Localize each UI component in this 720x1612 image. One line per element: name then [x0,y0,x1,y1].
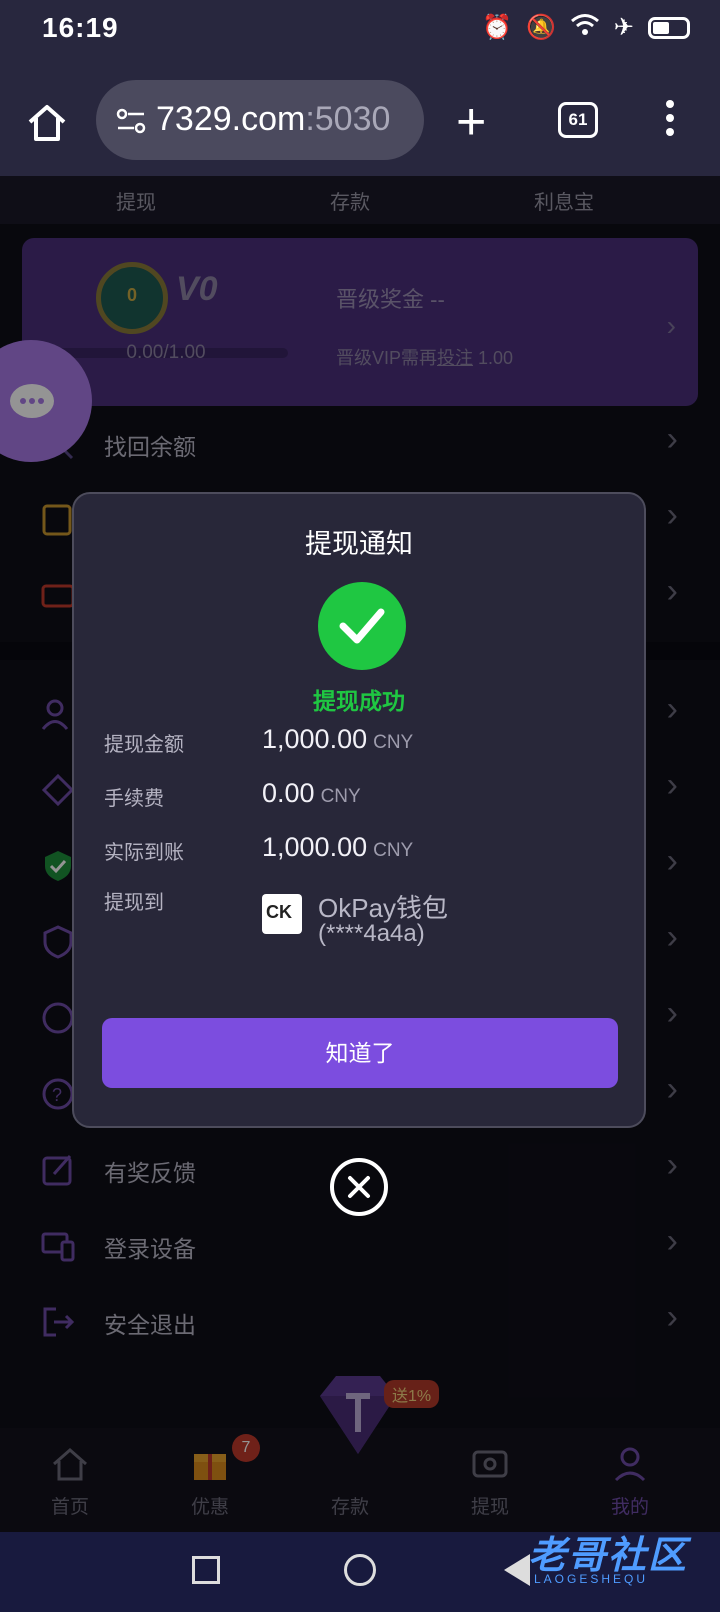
okpay-logo-icon: CK [262,894,302,934]
browser-toolbar: 7329.com:5030 + 61 [0,56,720,176]
destination-account: (****4a4a) [318,920,425,947]
watermark-text: 老哥社区 [528,1535,689,1577]
home-button[interactable] [22,98,72,148]
wifi-icon [570,12,600,43]
status-bar: 16:19 ⏰ 🔕 ✈ [0,0,720,56]
fee-value: 0.00 [262,778,315,808]
url-text: 7329.com:5030 [156,100,390,139]
status-time: 16:19 [42,12,119,43]
withdraw-notification-dialog: 提现通知 提现成功 提现金额 1,000.00 CNY 手续费 0.00 CNY 实… [72,492,646,1128]
alarm-icon: ⏰ [482,14,512,41]
dialog-close-button[interactable] [330,1158,388,1216]
watermark-logo: 老哥社区 LAOGESHEQU [484,1516,706,1600]
home-system-button[interactable] [344,1554,376,1586]
success-check-icon [318,582,406,670]
watermark-subtext: LAOGESHEQU [534,1572,649,1586]
mute-icon: 🔕 [526,14,556,41]
destination-label: 提现到 [104,892,164,914]
actual-label: 实际到账 [104,842,184,864]
withdraw-status: 提现成功 [313,688,405,714]
browser-menu-button[interactable] [664,100,676,140]
amount-value-wrap: 1,000.00 CNY [262,724,413,755]
airplane-icon: ✈ [613,14,634,41]
home-icon [28,105,66,141]
url-host: 7329.com [156,100,306,138]
dialog-title: 提现通知 [305,529,413,559]
fee-label: 手续费 [104,788,164,810]
recents-button[interactable] [192,1556,220,1584]
actual-value: 1,000.00 [262,832,368,862]
currency-unit: CNY [373,732,414,753]
amount-label: 提现金额 [104,734,184,756]
address-bar[interactable]: 7329.com:5030 [96,80,424,160]
url-port: :5030 [305,100,391,138]
site-settings-icon[interactable] [114,104,148,138]
actual-value-wrap: 1,000.00 CNY [262,832,413,863]
currency-unit: CNY [373,840,414,861]
currency-unit: CNY [320,786,361,807]
fee-value-wrap: 0.00 CNY [262,778,361,809]
battery-icon [648,16,690,39]
status-icons: ⏰ 🔕 ✈ [482,12,690,43]
tab-switcher-button[interactable]: 61 [558,102,598,138]
new-tab-button[interactable]: + [456,96,486,148]
okpay-logo-text: CK [266,902,292,922]
amount-value: 1,000.00 [262,724,368,754]
acknowledge-button[interactable]: 知道了 [102,1018,618,1088]
close-icon [348,1176,370,1198]
